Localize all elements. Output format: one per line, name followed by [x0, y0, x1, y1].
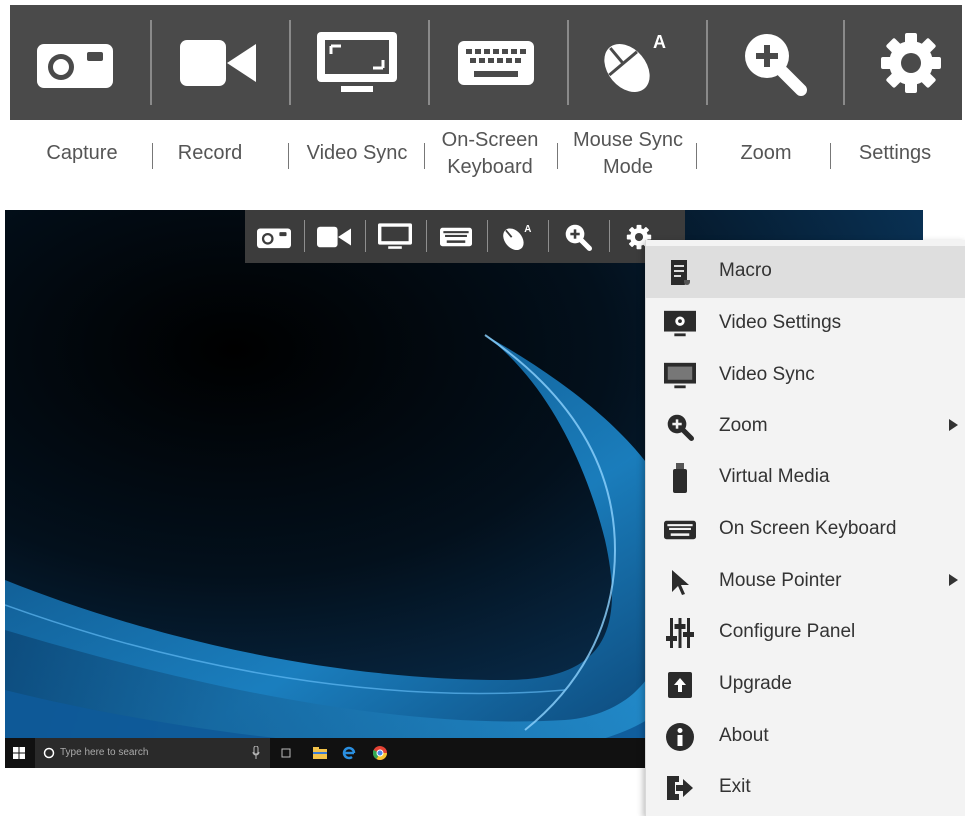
menu-item-upgrade[interactable]: Upgrade	[646, 659, 965, 711]
on-screen-keyboard-label: On-Screen Keyboard	[430, 127, 550, 181]
folder-icon	[313, 747, 327, 759]
monitor-icon	[378, 223, 412, 249]
record-button[interactable]	[153, 5, 283, 120]
mouse-sync-mode-label-line1: Mouse Sync	[572, 129, 684, 151]
usb-drive-icon	[673, 463, 687, 493]
main-toolbar: A	[10, 5, 962, 120]
mini-capture-button[interactable]	[245, 210, 303, 263]
menu-item-video-sync[interactable]: Video Sync	[646, 350, 965, 402]
menu-label-configure-panel: Configure Panel	[719, 621, 856, 642]
mini-zoom-button[interactable]	[549, 210, 607, 263]
record-label: Record	[177, 142, 243, 164]
file-explorer-button[interactable]	[313, 738, 327, 768]
camera-icon	[257, 228, 291, 248]
zoom-in-icon	[565, 224, 592, 251]
submenu-arrow-icon	[949, 419, 958, 431]
mouse-sync-mode-label: Mouse Sync Mode	[563, 127, 693, 181]
on-screen-keyboard-label-line1: On-Screen	[441, 129, 539, 151]
zoom-label: Zoom	[740, 142, 792, 164]
mini-mouse-badge: A	[524, 224, 531, 235]
mini-toolbar: A	[245, 210, 685, 263]
menu-label-video-settings: Video Settings	[719, 312, 842, 333]
microphone-icon	[252, 746, 260, 759]
on-screen-keyboard-button[interactable]	[431, 5, 561, 120]
keyboard-icon	[440, 227, 472, 246]
menu-item-exit[interactable]: Exit	[646, 762, 965, 814]
menu-label-mouse-pointer: Mouse Pointer	[719, 570, 842, 591]
submenu-arrow-icon	[949, 574, 958, 586]
menu-label-about: About	[719, 725, 769, 746]
menu-item-zoom[interactable]: Zoom	[646, 401, 965, 453]
menu-label-on-screen-keyboard: On Screen Keyboard	[719, 518, 897, 539]
zoom-in-icon	[667, 414, 694, 441]
mouse-icon: A	[604, 32, 666, 92]
macro-icon	[671, 260, 690, 285]
video-camera-icon	[180, 39, 256, 86]
start-button[interactable]	[13, 738, 25, 768]
menu-item-virtual-media[interactable]: Virtual Media	[646, 452, 965, 504]
mini-keyboard-button[interactable]	[427, 210, 485, 263]
menu-item-macro[interactable]: Macro	[646, 246, 965, 298]
windows-logo-icon	[13, 747, 25, 759]
menu-label-zoom: Zoom	[719, 415, 768, 436]
mouse-sync-badge: A	[653, 32, 666, 52]
edge-icon	[342, 746, 356, 760]
monitor-icon	[317, 31, 397, 92]
cursor-icon	[672, 570, 689, 595]
zoom-in-icon	[745, 33, 807, 96]
edge-browser-button[interactable]	[342, 738, 356, 768]
exit-icon	[667, 776, 693, 800]
menu-item-configure-panel[interactable]: Configure Panel	[646, 607, 965, 659]
zoom-button[interactable]	[709, 5, 839, 120]
mouse-icon: A	[503, 224, 531, 250]
taskbar-search-box[interactable]: Type here to search	[35, 738, 270, 768]
menu-label-macro: Macro	[719, 260, 772, 281]
capture-button[interactable]	[10, 5, 140, 120]
menu-item-about[interactable]: About	[646, 711, 965, 763]
cortana-icon	[43, 747, 55, 759]
menu-item-on-screen-keyboard[interactable]: On Screen Keyboard	[646, 504, 965, 556]
menu-item-mouse-pointer[interactable]: Mouse Pointer	[646, 556, 965, 608]
settings-button[interactable]	[846, 5, 965, 120]
taskbar-search-placeholder: Type here to search	[60, 747, 149, 758]
upgrade-icon	[668, 672, 692, 698]
keyboard-icon	[458, 40, 534, 85]
settings-context-menu: Macro Video Settings Video Sync Zoom Vir…	[645, 240, 965, 816]
mini-video-sync-button[interactable]	[366, 210, 424, 263]
menu-label-video-sync: Video Sync	[719, 364, 815, 385]
menu-label-upgrade: Upgrade	[719, 673, 792, 694]
menu-item-video-settings[interactable]: Video Settings	[646, 298, 965, 350]
menu-label-virtual-media: Virtual Media	[719, 466, 830, 487]
on-screen-keyboard-label-line2: Keyboard	[447, 156, 533, 178]
gear-icon	[881, 32, 941, 93]
sliders-icon	[666, 618, 694, 648]
mouse-sync-mode-label-line2: Mode	[602, 156, 654, 178]
info-icon	[666, 723, 694, 751]
keyboard-icon	[664, 520, 696, 540]
task-view-button[interactable]	[280, 738, 292, 768]
capture-label: Capture	[46, 142, 118, 164]
settings-label: Settings	[858, 142, 932, 164]
chrome-browser-button[interactable]	[373, 738, 387, 768]
chrome-icon	[373, 746, 387, 760]
monitor-icon	[664, 362, 696, 389]
task-view-icon	[281, 748, 291, 758]
menu-label-exit: Exit	[719, 776, 751, 797]
video-sync-label: Video Sync	[306, 142, 408, 164]
mouse-sync-mode-button[interactable]: A	[570, 5, 700, 120]
mini-mouse-sync-button[interactable]: A	[488, 210, 546, 263]
video-settings-icon	[664, 310, 696, 337]
video-sync-button[interactable]	[292, 5, 422, 120]
mini-record-button[interactable]	[305, 210, 363, 263]
video-camera-icon	[317, 226, 351, 247]
camera-icon	[37, 43, 113, 88]
